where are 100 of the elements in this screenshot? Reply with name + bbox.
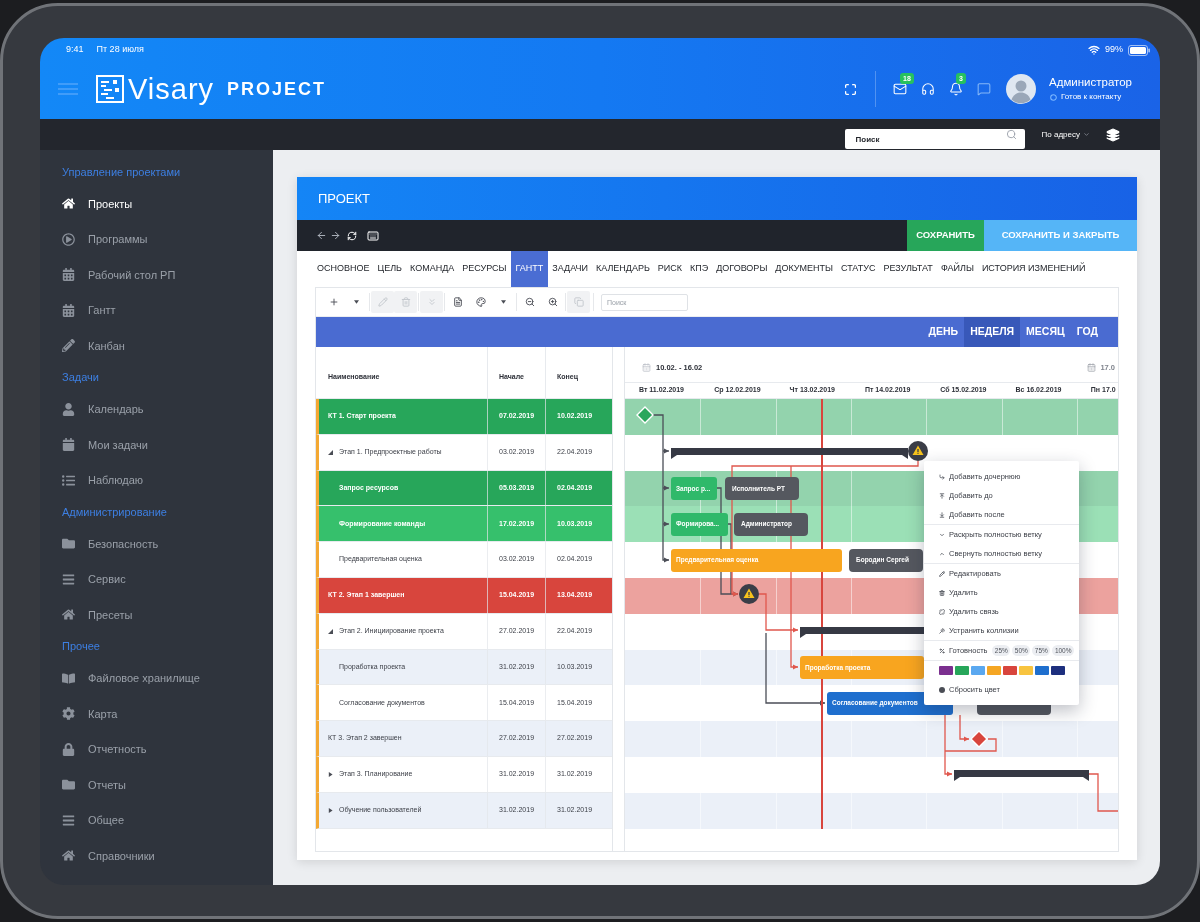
pencil-icon	[62, 339, 75, 353]
sidebar-item[interactable]: Гантт	[62, 292, 258, 328]
refresh-icon[interactable]	[347, 230, 357, 241]
chevrons-down-icon	[426, 297, 437, 307]
disc-icon	[939, 686, 945, 693]
color-swatch[interactable]	[955, 666, 969, 675]
palette-icon	[475, 297, 486, 307]
home-icon	[62, 849, 75, 863]
sidebar-section-title: Администрирование	[62, 504, 167, 520]
color-swatch[interactable]	[1019, 666, 1033, 675]
plus-icon	[328, 297, 339, 307]
lock-icon	[62, 742, 75, 756]
tab[interactable]: ГАНТТ	[510, 251, 549, 287]
sidebar-item[interactable]: Сервис	[62, 561, 258, 597]
caret-icon[interactable]	[328, 807, 333, 813]
sidebar-item[interactable]: Безопасность	[62, 526, 258, 562]
sidebar-item[interactable]: Программы	[62, 221, 258, 257]
sidebar-item[interactable]: Рабочий стол РП	[62, 257, 258, 293]
sidebar-item[interactable]: Проекты	[62, 186, 258, 222]
sidebar-item[interactable]: Справочники	[62, 838, 258, 874]
search-field[interactable]: Поиск	[844, 129, 1025, 149]
calendar-icon	[1087, 363, 1097, 372]
sidebar-section-title: Прочее	[62, 639, 100, 655]
tab[interactable]: ИСТОРИЯ ИЗМЕНЕНИЙ	[977, 251, 1090, 287]
caret-icon[interactable]	[328, 628, 333, 634]
sidebar-item[interactable]: Канбан	[62, 328, 258, 364]
fullscreen-icon[interactable]	[844, 82, 857, 96]
zoom-out-icon	[524, 297, 535, 307]
color-swatch[interactable]	[1051, 666, 1065, 675]
chevron-down-icon	[939, 531, 945, 538]
tab[interactable]: ОСНОВНОЕ	[313, 251, 374, 287]
mail-icon[interactable]	[893, 82, 907, 96]
tab[interactable]: КАЛЕНДАРЬ	[591, 251, 654, 287]
calendar-icon	[62, 303, 75, 317]
sidebar-item[interactable]: Файловое хранилище	[62, 660, 258, 696]
tab[interactable]: ЗАДАЧИ	[548, 251, 592, 287]
color-swatch[interactable]	[939, 666, 953, 675]
arrow-up-line-icon	[939, 492, 945, 499]
wand-icon	[939, 627, 945, 634]
unlink-icon	[939, 608, 945, 615]
search-icon	[1005, 129, 1017, 140]
user-name: Администратор	[1049, 75, 1132, 89]
address-dropdown[interactable]: По адресу	[1041, 128, 1090, 141]
logo-text: Visary	[128, 74, 215, 104]
caret-icon[interactable]	[328, 449, 333, 455]
tab[interactable]: СТАТУС	[836, 251, 880, 287]
tab[interactable]: КОМАНДА	[406, 251, 459, 287]
status-time: 9:41	[66, 43, 84, 57]
chat-icon[interactable]	[977, 82, 991, 96]
arrow-left-icon[interactable]	[316, 230, 327, 241]
tab[interactable]: КПЭ	[686, 251, 713, 287]
bell-icon[interactable]	[949, 82, 963, 96]
bars-icon	[62, 813, 75, 827]
arrow-right-icon[interactable]	[330, 230, 341, 241]
layers-icon[interactable]	[1106, 127, 1120, 142]
user-status: Готов к контакту	[1061, 91, 1122, 103]
tab[interactable]: ДОКУМЕНТЫ	[771, 251, 837, 287]
pencil-icon	[377, 297, 388, 307]
battery-percent: 99%	[1105, 43, 1123, 57]
caret-icon[interactable]	[328, 771, 333, 777]
gear-icon	[62, 707, 75, 721]
headset-icon[interactable]	[921, 82, 935, 96]
sidebar-item[interactable]: Мои задачи	[62, 427, 258, 463]
avatar-icon	[1006, 74, 1036, 104]
tab[interactable]: ЦЕЛЬ	[373, 251, 406, 287]
tab[interactable]: РЕЗУЛЬТАТ	[879, 251, 937, 287]
product-name: PROJECT	[227, 80, 327, 98]
user-icon	[62, 402, 75, 416]
list-icon	[62, 473, 75, 487]
corner-arrow-icon	[939, 473, 945, 480]
tab[interactable]: ФАЙЛЫ	[936, 251, 978, 287]
color-swatch[interactable]	[987, 666, 1001, 675]
color-swatch[interactable]	[1003, 666, 1017, 675]
sidebar-item[interactable]: Отчеты	[62, 767, 258, 803]
chevron-down-icon	[1083, 131, 1090, 138]
sidebar-item[interactable]: Общее	[62, 802, 258, 838]
scale-tab[interactable]: НЕДЕЛЯ	[964, 317, 1021, 347]
connector-line	[1088, 773, 1118, 812]
color-swatch[interactable]	[971, 666, 985, 675]
tab[interactable]: РИСК	[653, 251, 686, 287]
tab[interactable]: РЕСУРСЫ	[458, 251, 511, 287]
sidebar-item[interactable]: Отчетность	[62, 731, 258, 767]
arrow-down-line-icon	[939, 511, 945, 518]
tab[interactable]: ДОГОВОРЫ	[712, 251, 772, 287]
folder-icon	[62, 778, 75, 792]
sidebar-item[interactable]: Наблюдаю	[62, 462, 258, 498]
sidebar-item[interactable]: Карта	[62, 696, 258, 732]
sidebar-section-title: Задачи	[62, 370, 99, 386]
color-swatch[interactable]	[1035, 666, 1049, 675]
percent-icon	[939, 647, 945, 654]
bars-icon	[62, 572, 75, 586]
folder-icon	[62, 537, 75, 551]
pencil-icon	[939, 570, 945, 577]
keyboard-icon[interactable]	[367, 229, 379, 242]
book-icon	[62, 671, 75, 685]
logo-icon	[96, 75, 124, 103]
sidebar-item[interactable]: Пресеты	[62, 597, 258, 633]
calendar-icon	[642, 363, 651, 372]
ring-icon	[1050, 93, 1057, 101]
sidebar-item[interactable]: Календарь	[62, 391, 258, 427]
